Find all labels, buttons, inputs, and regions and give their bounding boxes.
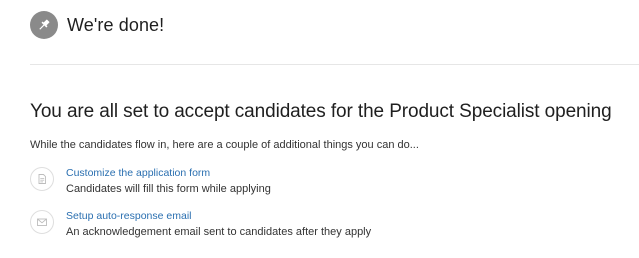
divider	[30, 64, 639, 65]
setup-auto-response-email-link[interactable]: Setup auto-response email	[66, 210, 371, 223]
auto-response-description: An acknowledgement email sent to candida…	[66, 226, 372, 238]
pushpin-icon	[30, 11, 58, 39]
customize-application-form-link[interactable]: Customize the application form	[66, 167, 271, 180]
customize-form-description: Candidates will fill this form while app…	[66, 183, 271, 195]
main-heading: You are all set to accept candidates for…	[30, 101, 612, 122]
page-title: We're done!	[67, 14, 165, 35]
intro-text: While the candidates flow in, here are a…	[30, 139, 419, 151]
action-item-customize-form: Customize the application form Candidate…	[30, 167, 271, 196]
envelope-icon	[30, 210, 54, 234]
form-document-icon	[30, 167, 54, 191]
action-item-auto-response: Setup auto-response email An acknowledge…	[30, 210, 371, 239]
completion-header: We're done!	[30, 10, 164, 40]
